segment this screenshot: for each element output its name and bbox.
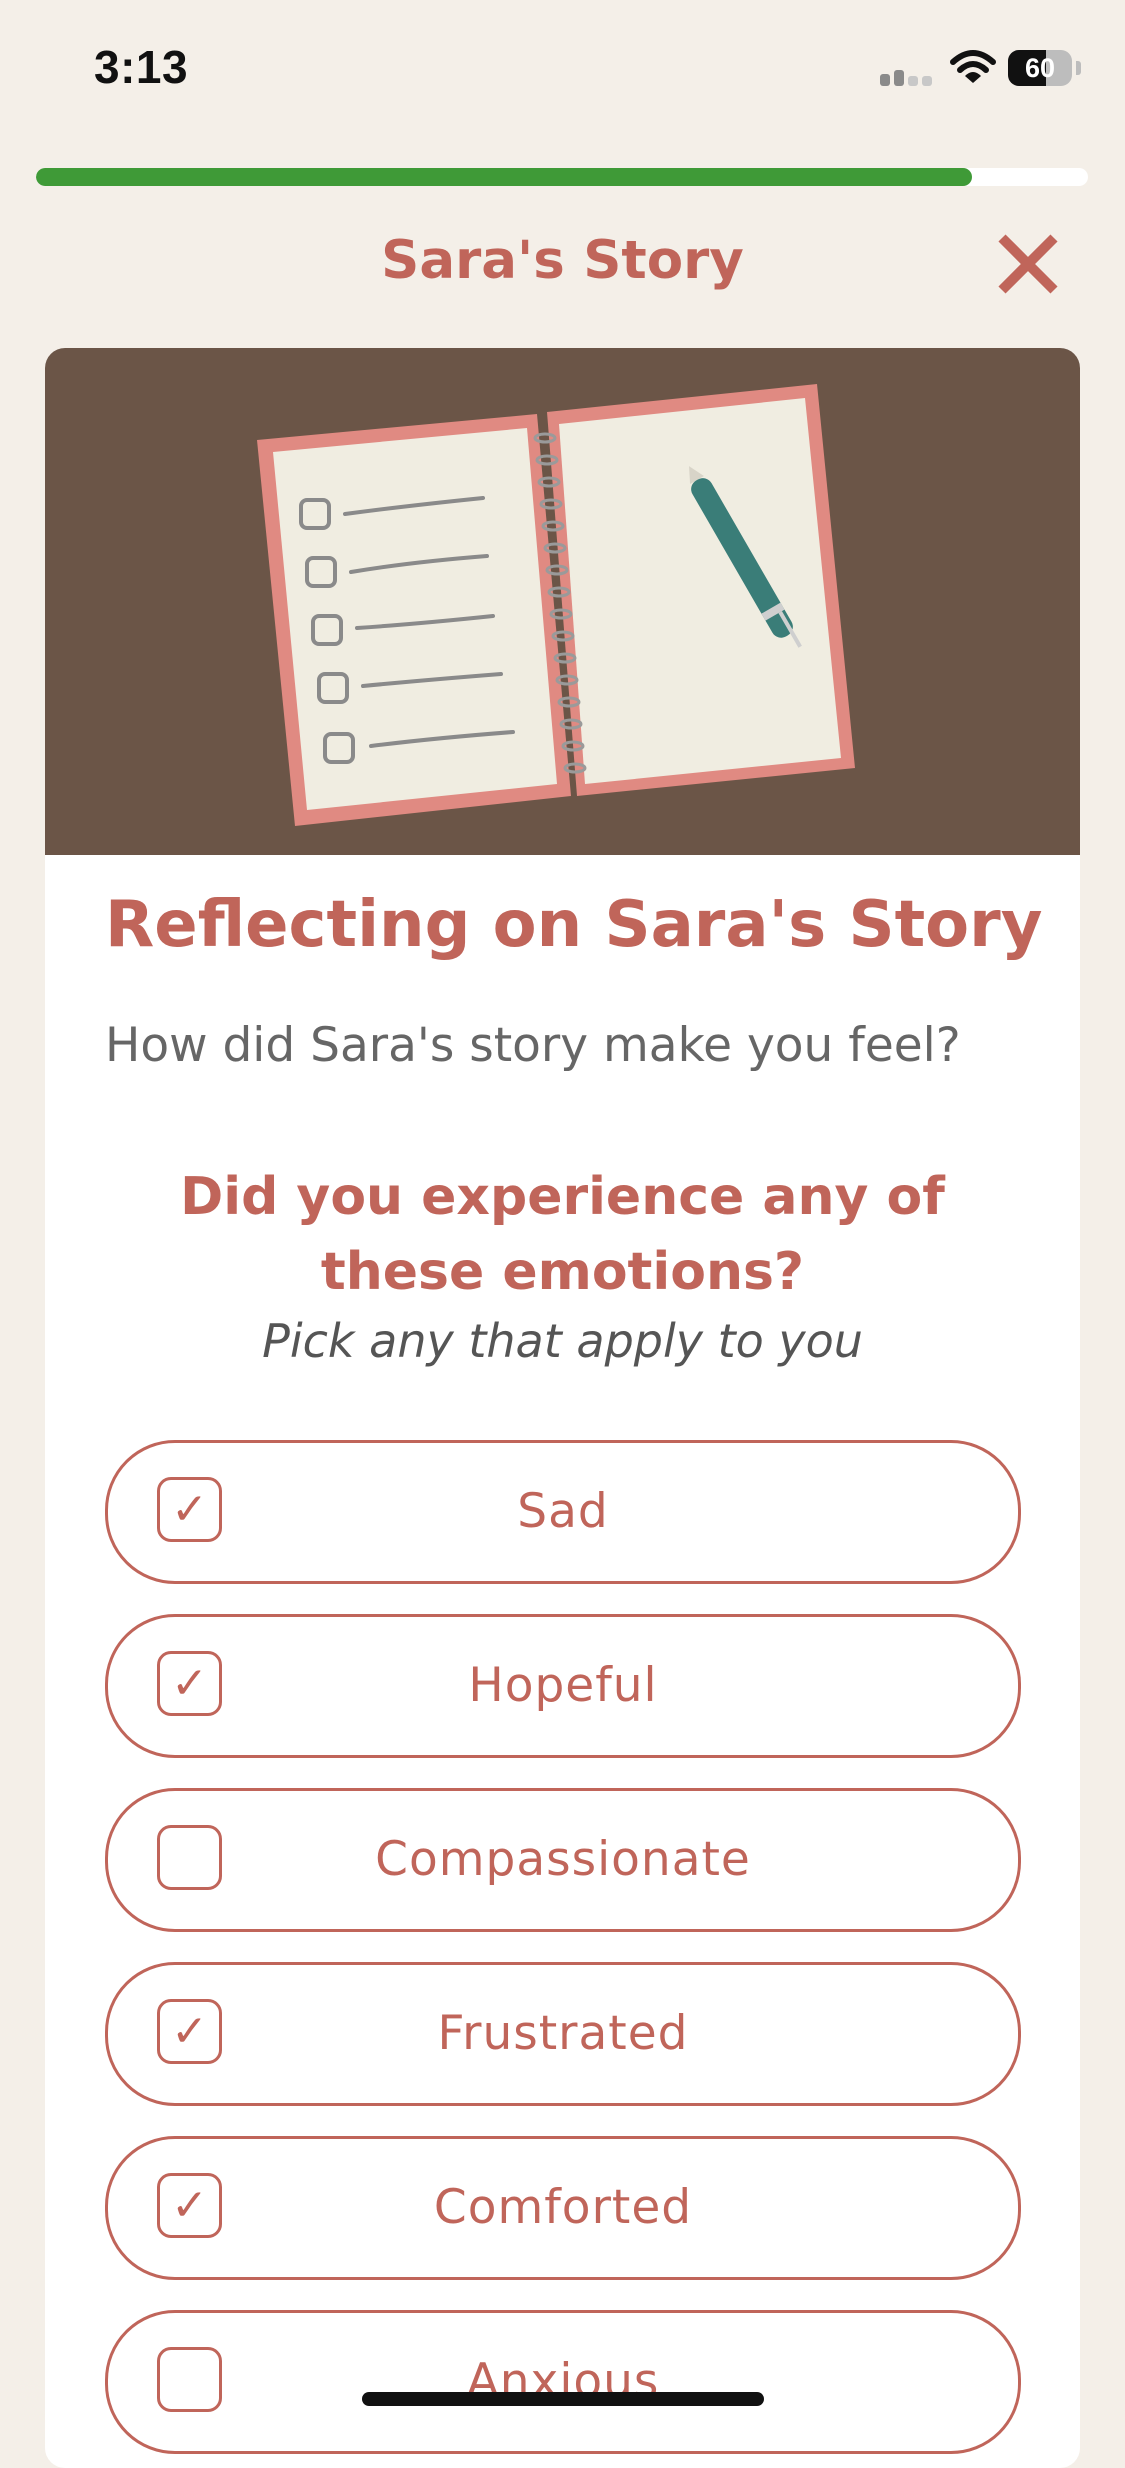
emotion-option-comforted[interactable]: ✓ Comforted (105, 2136, 1021, 2280)
emotion-option-label: Compassionate (375, 1832, 751, 1887)
emotion-option-anxious[interactable]: Anxious (105, 2310, 1021, 2454)
close-button[interactable] (996, 232, 1060, 296)
emotions-hint: Pick any that apply to you (262, 1314, 863, 1368)
home-indicator (362, 2392, 764, 2406)
emotion-option-label: Sad (517, 1484, 609, 1539)
story-progress-fill (36, 168, 973, 186)
status-bar: 3:13 60 (0, 0, 1125, 140)
emotion-option-sad[interactable]: ✓ Sad (105, 1440, 1021, 1584)
cellular-signal-icon (880, 60, 936, 86)
card-title: Reflecting on Sara's Story (105, 888, 1043, 962)
page-title: Sara's Story (381, 230, 744, 291)
wifi-icon (950, 50, 996, 83)
emotion-option-frustrated[interactable]: ✓ Frustrated (105, 1962, 1021, 2106)
status-time: 3:13 (94, 41, 189, 93)
emotion-option-compassionate[interactable]: Compassionate (105, 1788, 1021, 1932)
battery-icon: 60 (1008, 50, 1072, 86)
emotion-option-label: Frustrated (437, 2006, 689, 2061)
notebook-image (257, 384, 855, 826)
story-progress-bar (36, 168, 1088, 186)
notebook-illustration (45, 348, 1080, 855)
emotions-question: Did you experience any of these emotions… (180, 1167, 945, 1302)
battery-cap (1076, 61, 1081, 75)
emotion-option-hopeful[interactable]: ✓ Hopeful (105, 1614, 1021, 1758)
emotion-options: ✓ Sad ✓ Hopeful Compassionate ✓ Frustrat… (105, 1440, 1021, 2468)
emotion-option-label: Hopeful (468, 1658, 658, 1713)
battery-percent: 60 (1024, 53, 1056, 83)
emotion-option-label: Comforted (433, 2180, 693, 2235)
close-icon (998, 234, 1058, 294)
card-prompt: How did Sara's story make you feel? (105, 1018, 961, 1073)
reflection-card: Reflecting on Sara's Story How did Sara'… (45, 348, 1080, 2468)
emotion-option-label: Anxious (466, 2354, 660, 2409)
